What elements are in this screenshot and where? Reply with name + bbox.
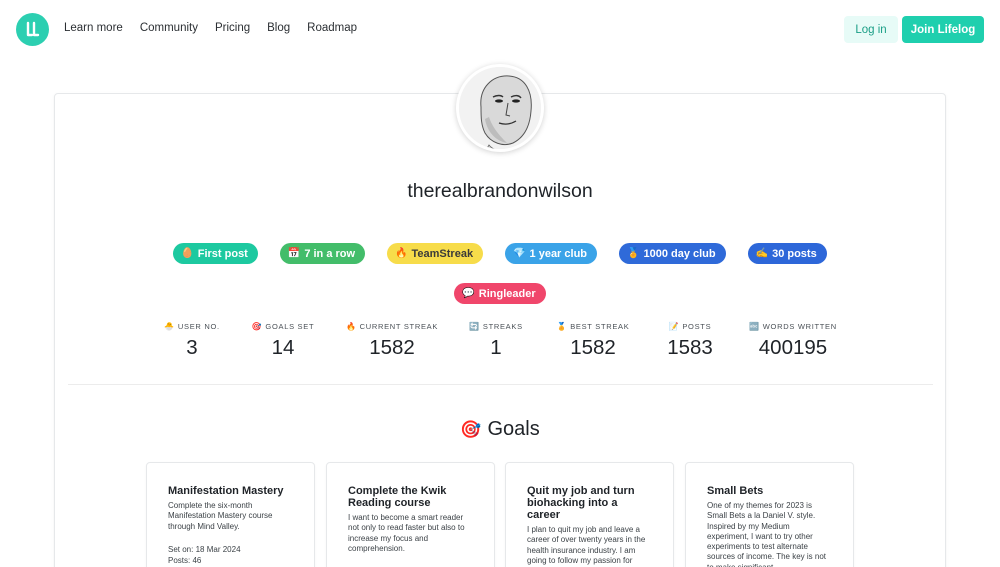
set-on-date: 18 Mar 2024 — [195, 544, 241, 554]
site-header: Learn more Community Pricing Blog Roadma… — [0, 0, 1000, 60]
stat-value: 400195 — [758, 336, 828, 359]
abc-icon: 🔤 — [749, 322, 760, 331]
diamond-icon: 💎 — [513, 248, 526, 259]
goal-card-small-bets[interactable]: Small Bets One of my themes for 2023 is … — [685, 462, 854, 567]
avatar — [456, 64, 544, 152]
stat-streaks: 🔄 STREAKS 1 — [466, 322, 526, 360]
nav-community[interactable]: Community — [140, 22, 198, 34]
goal-card-manifestation-mastery[interactable]: Manifestation Mastery Complete the six-m… — [146, 462, 315, 567]
goal-title: Small Bets — [707, 485, 764, 497]
badges-row: 💬 Ringleader — [0, 283, 1000, 304]
stat-value: 1583 — [667, 336, 713, 359]
fire-icon: 🔥 — [345, 322, 357, 331]
hatching-chick-icon: 🐣 — [164, 322, 175, 331]
set-on-label: Set on: — [168, 544, 194, 554]
stat-value: 1 — [490, 336, 502, 359]
badge-label: TeamStreak — [411, 247, 474, 260]
goal-title: Complete the Kwik Reading course — [348, 485, 447, 509]
goals-title: Goals — [487, 418, 540, 440]
goal-card-kwik-reading[interactable]: Complete the Kwik Reading course I want … — [326, 462, 495, 567]
badges-row: 🥚 First post 📅 7 in a row 🔥 TeamStreak 💎… — [0, 243, 1000, 264]
login-button[interactable]: Log in — [844, 16, 898, 43]
fire-icon: 🔥 — [395, 248, 408, 259]
medal-icon: 🏅 — [627, 248, 640, 259]
join-button[interactable]: Join Lifelog — [902, 16, 984, 43]
stat-current-streak: 🔥 CURRENT STREAK 1582 — [344, 322, 440, 360]
badge-label: Ringleader — [478, 287, 536, 300]
nav-pricing[interactable]: Pricing — [215, 22, 250, 34]
stat-value: 3 — [186, 336, 198, 359]
badge-teamstreak[interactable]: 🔥 TeamStreak — [387, 243, 484, 264]
egg-icon: 🥚 — [181, 248, 194, 259]
stat-label: CURRENT STREAK — [359, 322, 439, 331]
medal-icon: 🏅 — [556, 322, 568, 331]
stat-user-no: 🐣 USER NO. 3 — [162, 322, 222, 360]
badge-first-post[interactable]: 🥚 First post — [173, 243, 258, 264]
goal-card-biohacking-career[interactable]: Quit my job and turn biohacking into a c… — [505, 462, 674, 567]
nav-blog[interactable]: Blog — [267, 22, 290, 34]
stat-value: 14 — [271, 336, 295, 359]
stat-label: POSTS — [682, 322, 712, 331]
stat-label: WORDS WRITTEN — [762, 322, 837, 331]
stat-label: USER NO. — [177, 322, 220, 331]
goal-meta: Set on: 18 Mar 2024 Posts: 46 — [168, 544, 294, 567]
stat-value: 1582 — [369, 336, 415, 359]
profile-stats: 🐣 USER NO. 3 🎯 GOALS SET 14 🔥 CURRENT STREA… — [0, 322, 1000, 362]
badge-label: 30 posts — [772, 247, 817, 260]
posts-count: 46 — [192, 555, 202, 565]
stat-label: GOALS SET — [265, 322, 315, 331]
memo-icon: 📝 — [668, 322, 680, 331]
writing-hand-icon: ✍️ — [755, 248, 769, 259]
goal-title: Quit my job and turn biohacking into a c… — [527, 485, 635, 521]
goal-description: One of my themes for 2023 is Small Bets … — [707, 501, 827, 567]
badge-label: First post — [197, 247, 248, 260]
badge-30-posts[interactable]: ✍️ 30 posts — [747, 243, 827, 264]
target-icon: 🎯 — [251, 322, 263, 331]
stat-goals-set: 🎯 GOALS SET 14 — [248, 322, 318, 360]
posts-label: Posts: — [168, 555, 191, 565]
calendar-icon: 📅 — [287, 248, 301, 259]
lifelog-logo-icon[interactable] — [16, 13, 49, 46]
nav-roadmap[interactable]: Roadmap — [307, 22, 357, 34]
badge-1000-day-club[interactable]: 🏅 1000 day club — [619, 243, 726, 264]
goal-description: Complete the six-month Manifestation Mas… — [168, 501, 273, 531]
goals-heading: 🎯 Goals — [0, 418, 1000, 441]
divider — [68, 384, 933, 385]
goal-description: I want to become a smart reader not only… — [348, 513, 465, 553]
stat-words-written: 🔤 WORDS WRITTEN 400195 — [746, 322, 840, 360]
badge-label: 1 year club — [529, 247, 588, 260]
badge-7-in-a-row[interactable]: 📅 7 in a row — [279, 243, 366, 264]
stat-posts: 📝 POSTS 1583 — [660, 322, 720, 360]
speech-bubble-icon: 💬 — [462, 288, 475, 299]
badge-1-year-club[interactable]: 💎 1 year club — [505, 243, 598, 264]
goal-title: Manifestation Mastery — [168, 485, 284, 497]
main-nav: Learn more Community Pricing Blog Roadma… — [64, 22, 374, 34]
stat-label: STREAKS — [482, 322, 523, 331]
target-icon: 🎯 — [460, 420, 482, 439]
stat-value: 1582 — [570, 336, 616, 359]
goal-description: I plan to quit my job and leave a career… — [527, 525, 650, 567]
badge-ringleader[interactable]: 💬 Ringleader — [454, 283, 546, 304]
username: therealbrandonwilson — [407, 180, 593, 202]
badge-label: 7 in a row — [304, 247, 356, 260]
stat-label: BEST STREAK — [570, 322, 630, 331]
stat-best-streak: 🏅 BEST STREAK 1582 — [552, 322, 634, 360]
repeat-icon: 🔄 — [469, 322, 480, 331]
badge-label: 1000 day club — [643, 247, 716, 260]
nav-learn-more[interactable]: Learn more — [64, 22, 123, 34]
